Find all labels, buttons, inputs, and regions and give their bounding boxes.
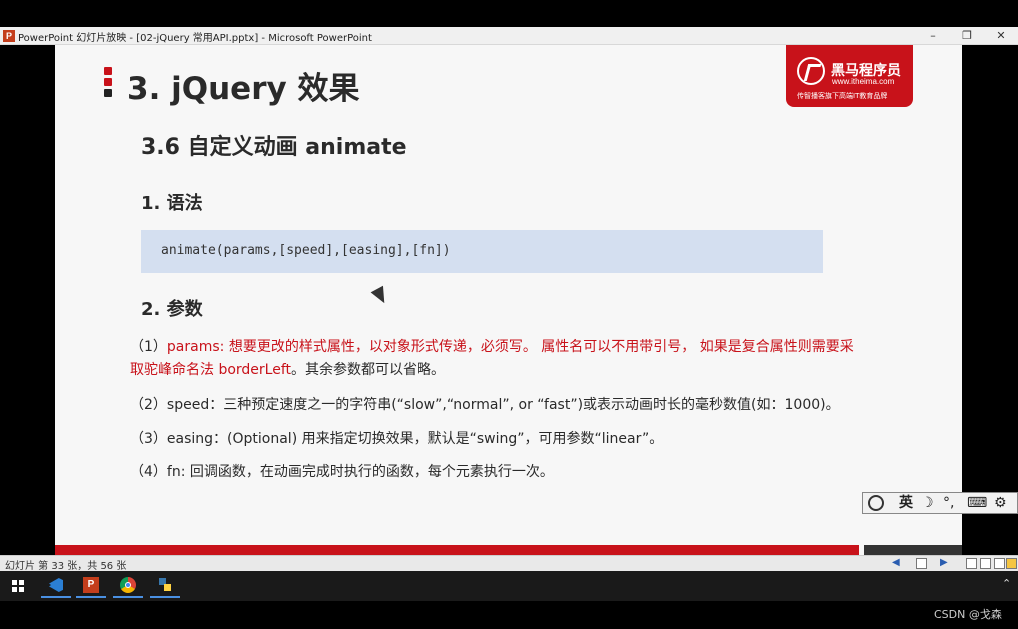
settings-gear-icon[interactable]: ⚙ — [994, 495, 1007, 511]
slide-canvas[interactable]: 3. jQuery 效果 黑马程序员 www.itheima.com 传智播客旗… — [55, 45, 962, 555]
slide-menu-icon[interactable] — [916, 558, 927, 569]
param-params-red: params: 想要更改的样式属性，以对象形式传递，必须写。 属性名可以不用带引… — [166, 339, 854, 355]
chrome-icon[interactable] — [113, 574, 143, 598]
previous-slide-icon[interactable]: ◀ — [892, 557, 900, 568]
section-heading-syntax: 1. 语法 — [141, 193, 203, 214]
heading-marker-icon — [104, 67, 114, 101]
itheima-logo: 黑马程序员 www.itheima.com 传智播客旗下高端IT教育品牌 — [786, 45, 913, 107]
powerpoint-app-icon[interactable]: P — [3, 30, 15, 42]
slideshow-view-icon[interactable] — [1006, 558, 1017, 569]
ime-toolbar[interactable]: 英 ☽ °, ⌨ ⚙ — [862, 492, 1018, 514]
moon-icon[interactable]: ☽ — [921, 495, 934, 511]
bottom-letterbox — [0, 601, 1018, 629]
slide-letterbox-right — [962, 45, 1018, 555]
slide-title: 3. jQuery 效果 — [127, 71, 360, 107]
ime-logo-icon[interactable] — [868, 495, 884, 511]
code-text: animate(params,[speed],[easing],[fn]) — [161, 243, 451, 258]
punctuation-icon[interactable]: °, — [943, 495, 954, 511]
powerpoint-icon[interactable]: P — [76, 574, 106, 598]
param-params-line1: （1）params: 想要更改的样式属性，以对象形式传递，必须写。 属性名可以不… — [130, 336, 854, 356]
code-block: animate(params,[speed],[easing],[fn]) — [141, 230, 823, 273]
normal-view-icon[interactable] — [966, 558, 977, 569]
ime-mode-toggle[interactable]: 英 — [899, 495, 913, 511]
slide-footer-bar-dark — [864, 545, 962, 555]
minimize-button[interactable]: – — [916, 27, 950, 45]
logo-url: www.itheima.com — [832, 77, 895, 86]
csdn-watermark: CSDN @戈森 — [934, 608, 1002, 621]
vscode-icon[interactable] — [41, 574, 71, 598]
windows-taskbar: P ⌃ — [0, 571, 1018, 601]
slide-footer-bar-red — [55, 545, 859, 555]
section-heading-params: 2. 参数 — [141, 299, 203, 320]
windows-start-icon[interactable] — [12, 580, 24, 592]
horse-logo-icon — [797, 57, 825, 85]
slide-counter: 幻灯片 第 33 张，共 56 张 — [5, 561, 127, 572]
mouse-cursor-icon — [372, 288, 390, 306]
status-bar: 幻灯片 第 33 张，共 56 张 ◀ ▶ — [0, 555, 1018, 572]
tray-expand-icon[interactable]: ⌃ — [1002, 577, 1011, 590]
python-icon[interactable] — [150, 574, 180, 598]
param-params-line2: 取驼峰命名法 borderLeft。其余参数都可以省略。 — [130, 359, 445, 379]
param-fn: （4）fn: 回调函数，在动画完成时执行的函数，每个元素执行一次。 — [130, 464, 554, 480]
slide-letterbox-left — [0, 45, 55, 555]
param-easing: （3）easing：(Optional) 用来指定切换效果，默认是“swing”… — [130, 431, 664, 447]
close-button[interactable]: ✕ — [984, 27, 1018, 45]
param-params-tail: 。其余参数都可以省略。 — [291, 362, 446, 378]
window-title: PowerPoint 幻灯片放映 - [02-jQuery 常用API.pptx… — [18, 33, 372, 44]
param-speed: （2）speed：三种预定速度之一的字符串(“slow”,“normal”, o… — [130, 397, 840, 413]
param-prefix: （1） — [130, 339, 167, 355]
param-params-red-2: 取驼峰命名法 borderLeft — [130, 362, 292, 378]
logo-slogan: 传智播客旗下高端IT教育品牌 — [797, 92, 888, 100]
reading-view-icon[interactable] — [994, 558, 1005, 569]
next-slide-icon[interactable]: ▶ — [940, 557, 948, 568]
keyboard-icon[interactable]: ⌨ — [967, 495, 987, 511]
sorter-view-icon[interactable] — [980, 558, 991, 569]
slide-subtitle: 3.6 自定义动画 animate — [141, 135, 407, 160]
restore-button[interactable]: ❐ — [950, 27, 984, 45]
window-titlebar: P PowerPoint 幻灯片放映 - [02-jQuery 常用API.pp… — [0, 27, 1018, 45]
